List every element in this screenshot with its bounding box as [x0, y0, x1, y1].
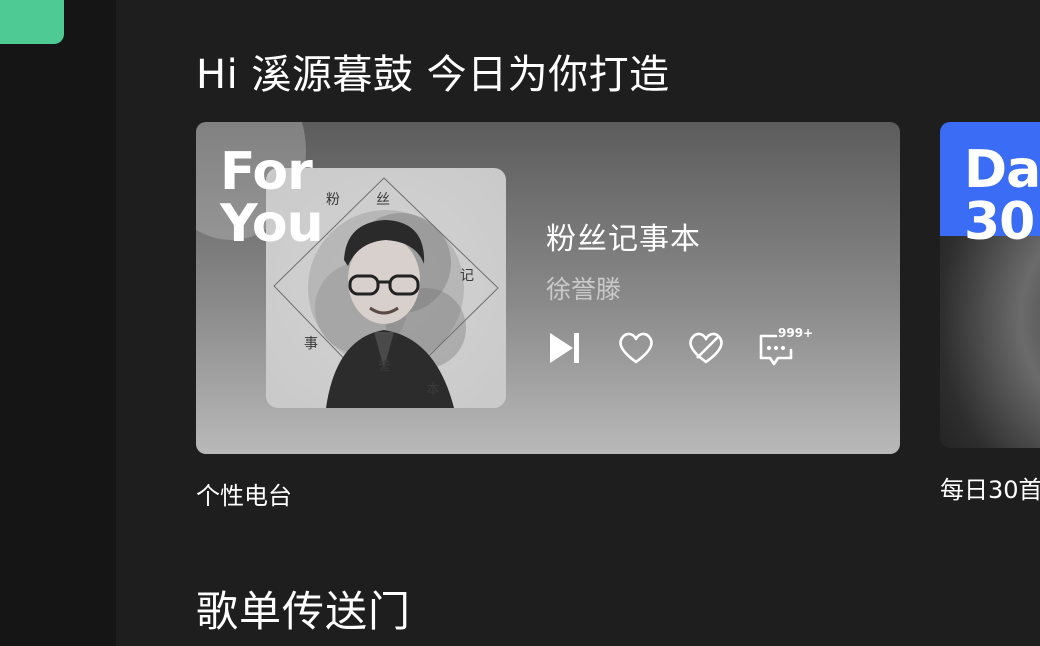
next-icon	[550, 333, 579, 363]
daily-logo-line: 30	[964, 192, 1035, 252]
heart-icon	[619, 332, 653, 364]
comment-count-badge: 999+	[778, 326, 814, 340]
album-char: 记	[460, 268, 474, 284]
song-artist[interactable]: 徐誉滕	[546, 270, 621, 306]
for-you-line: For	[220, 142, 313, 202]
sidebar	[0, 0, 116, 646]
main-content: Hi 溪源暮鼓 今日为你打造 粉 丝 记 事 誉 本 For You 粉丝记事本…	[116, 0, 1040, 646]
dislike-button[interactable]	[686, 328, 726, 368]
for-you-logo: For You	[220, 142, 324, 254]
daily-30-card[interactable]: Da 30	[940, 122, 1040, 448]
sidebar-active-item[interactable]	[0, 0, 64, 44]
album-char: 丝	[376, 192, 390, 208]
album-char: 粉	[326, 192, 340, 208]
radio-card-caption[interactable]: 个性电台	[196, 476, 292, 511]
album-char: 事	[304, 336, 318, 352]
like-button[interactable]	[616, 328, 656, 368]
daily-card-caption[interactable]: 每日30首	[940, 470, 1040, 505]
dislike-icon	[689, 332, 723, 364]
daily-logo-line: Da	[964, 140, 1040, 200]
daily-card-logo: Da 30	[964, 144, 1040, 248]
for-you-line: You	[220, 194, 324, 254]
personal-radio-card[interactable]: 粉 丝 记 事 誉 本 For You 粉丝记事本 徐誉滕 999+	[196, 122, 900, 454]
next-track-button[interactable]	[546, 328, 586, 368]
song-title[interactable]: 粉丝记事本	[546, 214, 701, 258]
album-char: 誉	[378, 359, 391, 374]
radio-controls: 999+	[546, 326, 813, 370]
comment-button[interactable]: 999+	[756, 326, 813, 368]
album-char: 本	[426, 382, 440, 398]
page-greeting: Hi 溪源暮鼓 今日为你打造	[196, 52, 670, 98]
section-title-playlists: 歌单传送门	[196, 587, 412, 636]
